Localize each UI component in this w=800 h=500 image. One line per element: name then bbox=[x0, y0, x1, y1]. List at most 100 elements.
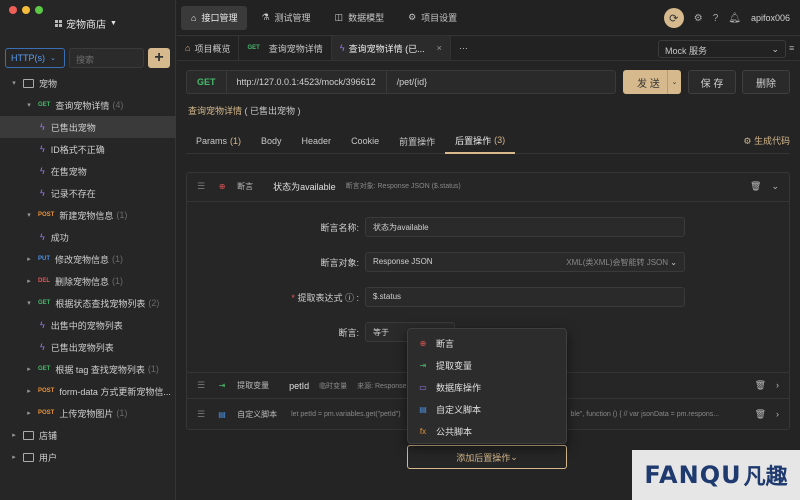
mock-service-select[interactable]: Mock 服务 ⌄ bbox=[658, 40, 786, 58]
subtab-label: 前置操作 bbox=[399, 136, 436, 147]
chevron-down-icon: ⌄ bbox=[670, 258, 677, 267]
nav-api-management[interactable]: ⌂ 接口管理 bbox=[181, 5, 248, 30]
base-url[interactable]: http://127.0.0.1:4523/mock/396612 bbox=[227, 71, 387, 93]
tab-more[interactable]: ··· bbox=[451, 36, 476, 60]
subtab-params[interactable]: Params (1) bbox=[186, 128, 251, 154]
subtab-post-ops[interactable]: 后置操作 (3) bbox=[445, 128, 516, 154]
tree-folder[interactable]: ▾ 宠物 bbox=[0, 72, 176, 94]
breadcrumb-link[interactable]: 查询宠物详情 bbox=[188, 106, 242, 116]
menu-item-extract[interactable]: ⇥ 提取变量 bbox=[408, 354, 566, 376]
tree-api[interactable]: ▾ GET 查询宠物详情 (4) bbox=[0, 94, 176, 116]
row-actions: 🗑︎ › bbox=[755, 409, 779, 420]
tree-label: 修改宠物信息 bbox=[55, 254, 110, 265]
add-button[interactable]: + bbox=[148, 48, 170, 68]
menu-item-public-script[interactable]: fx 公共脚本 bbox=[408, 420, 566, 442]
maximize-window-button[interactable] bbox=[35, 6, 43, 14]
assertion-target-select[interactable]: Response JSON XML(类XML)会智能转 JSON ⌄ bbox=[365, 252, 685, 272]
tree-case[interactable]: ϟ 在售宠物 bbox=[0, 160, 176, 182]
bell-icon[interactable]: 🔔︎ bbox=[728, 13, 741, 24]
target-icon: ⊕ bbox=[419, 338, 427, 348]
path-input[interactable]: /pet/{id} bbox=[387, 77, 438, 87]
row-subtitle: 临时变量 bbox=[319, 382, 348, 390]
tree-case[interactable]: ϟ 成功 bbox=[0, 226, 176, 248]
menu-item-assertion[interactable]: ⊕ 断言 bbox=[408, 332, 566, 354]
chevron-down-icon[interactable]: ⌄ bbox=[771, 181, 779, 192]
tree-case[interactable]: ϟ 记录不存在 bbox=[0, 182, 176, 204]
target-hint: XML(类XML)会智能转 JSON bbox=[566, 258, 669, 267]
tree-api[interactable]: ▾ GET 根据状态查找宠物列表 (2) bbox=[0, 292, 176, 314]
caret-down-icon: ▼ bbox=[110, 20, 117, 27]
tree-folder[interactable]: ▸ 用户 bbox=[0, 446, 176, 468]
tree-case[interactable]: ϟ 已售出宠物列表 bbox=[0, 336, 176, 358]
caret-right-icon[interactable]: ▸ bbox=[25, 409, 33, 417]
project-switcher[interactable]: 宠物商店 ▼ bbox=[55, 16, 117, 31]
caret-right-icon[interactable]: ▸ bbox=[25, 387, 33, 395]
tree-case[interactable]: ϟ ID格式不正确 bbox=[0, 138, 176, 160]
folder-icon bbox=[23, 452, 34, 462]
trash-icon[interactable]: 🗑︎ bbox=[755, 409, 766, 420]
hamburger-icon[interactable]: ≡ bbox=[789, 43, 797, 53]
subtab-body[interactable]: Body bbox=[251, 128, 292, 154]
caret-down-icon[interactable]: ▾ bbox=[10, 79, 18, 87]
settings-icon[interactable]: ⚙ bbox=[694, 13, 703, 24]
menu-item-database[interactable]: ▭ 数据库操作 bbox=[408, 376, 566, 398]
tree-api[interactable]: ▸ PUT 修改宠物信息 (1) bbox=[0, 248, 176, 270]
nav-test-management[interactable]: ⚗ 测试管理 bbox=[251, 6, 320, 30]
assertion-row[interactable]: ☰ ⊕ 断言 状态为available 断言对象: Response JSON … bbox=[187, 173, 789, 199]
api-icon: ⌂ bbox=[191, 12, 197, 23]
tree-api[interactable]: ▸ DEL 删除宠物信息 (1) bbox=[0, 270, 176, 292]
help-circle-icon[interactable]: ⓘ bbox=[345, 293, 354, 303]
nav-project-settings[interactable]: ⚙ 项目设置 bbox=[398, 6, 467, 30]
tree-case[interactable]: ϟ 已售出宠物 bbox=[0, 116, 176, 138]
caret-right-icon[interactable]: ▸ bbox=[25, 365, 33, 373]
tree-label: 宠物 bbox=[39, 78, 58, 89]
caret-right-icon[interactable]: ▸ bbox=[10, 453, 18, 461]
add-post-op-button[interactable]: 添加后置操作 ⌄ bbox=[407, 445, 567, 469]
minimize-window-button[interactable] bbox=[22, 6, 30, 14]
tree-api[interactable]: ▸ POST form-data 方式更新宠物信... bbox=[0, 380, 176, 402]
tree-case[interactable]: ϟ 出售中的宠物列表 bbox=[0, 314, 176, 336]
method-select[interactable]: GET bbox=[187, 71, 227, 93]
caret-right-icon[interactable]: ▸ bbox=[10, 431, 18, 439]
caret-down-icon[interactable]: ▾ bbox=[25, 101, 33, 109]
tab-query-pet[interactable]: GET 查询宠物详情 bbox=[239, 36, 332, 60]
caret-down-icon[interactable]: ▾ bbox=[25, 211, 33, 219]
drag-handle-icon[interactable]: ☰ bbox=[197, 181, 205, 192]
generate-code-link[interactable]: ⚙ 生成代码 bbox=[743, 134, 790, 147]
chevron-right-icon[interactable]: › bbox=[776, 409, 779, 420]
tree-api[interactable]: ▸ POST 上传宠物图片 (1) bbox=[0, 402, 176, 424]
caret-right-icon[interactable]: ▸ bbox=[25, 277, 33, 285]
nav-data-model[interactable]: ◫ 数据模型 bbox=[325, 6, 395, 30]
extract-expression-input[interactable]: $.status bbox=[365, 287, 685, 307]
drag-handle-icon[interactable]: ☰ bbox=[197, 380, 205, 391]
tree-api[interactable]: ▾ POST 新建宠物信息 (1) bbox=[0, 204, 176, 226]
send-button[interactable]: 发 送 ⌄ bbox=[623, 70, 681, 94]
search-input[interactable]: 搜索 bbox=[69, 48, 144, 68]
gear-icon: ⚙ bbox=[408, 12, 417, 22]
trash-icon[interactable]: 🗑︎ bbox=[755, 380, 766, 391]
caret-right-icon[interactable]: ▸ bbox=[25, 255, 33, 263]
chevron-down-icon[interactable]: ⌄ bbox=[667, 70, 681, 94]
request-subtabs: Params (1) Body Header Cookie 前置操作 后置操作 (3… bbox=[186, 128, 790, 154]
user-name[interactable]: apifox006 bbox=[751, 13, 790, 23]
chevron-right-icon[interactable]: › bbox=[776, 380, 779, 391]
tab-project-overview[interactable]: ⌂ 项目概览 bbox=[177, 36, 240, 60]
caret-down-icon[interactable]: ▾ bbox=[25, 299, 33, 307]
close-icon[interactable]: × bbox=[437, 43, 442, 53]
tree-api[interactable]: ▸ GET 根据 tag 查找宠物列表 (1) bbox=[0, 358, 176, 380]
drag-handle-icon[interactable]: ☰ bbox=[197, 409, 205, 420]
trash-icon[interactable]: 🗑︎ bbox=[750, 181, 761, 192]
protocol-select[interactable]: HTTP(s) ⌄ bbox=[5, 48, 65, 68]
save-button[interactable]: 保 存 bbox=[688, 70, 736, 94]
subtab-header[interactable]: Header bbox=[292, 128, 342, 154]
sync-icon[interactable]: ⟳ bbox=[663, 8, 684, 28]
tab-query-pet-case[interactable]: ϟ 查询宠物详情 (已... × bbox=[331, 36, 451, 60]
close-window-button[interactable] bbox=[9, 6, 17, 14]
menu-item-custom-script[interactable]: ▤ 自定义脚本 bbox=[408, 398, 566, 420]
assertion-name-input[interactable]: 状态为available bbox=[365, 217, 685, 237]
subtab-pre-ops[interactable]: 前置操作 bbox=[389, 128, 445, 154]
tree-folder[interactable]: ▸ 店铺 bbox=[0, 424, 176, 446]
subtab-cookie[interactable]: Cookie bbox=[341, 128, 389, 154]
delete-button[interactable]: 删除 bbox=[742, 70, 790, 94]
help-icon[interactable]: ? bbox=[713, 13, 719, 24]
